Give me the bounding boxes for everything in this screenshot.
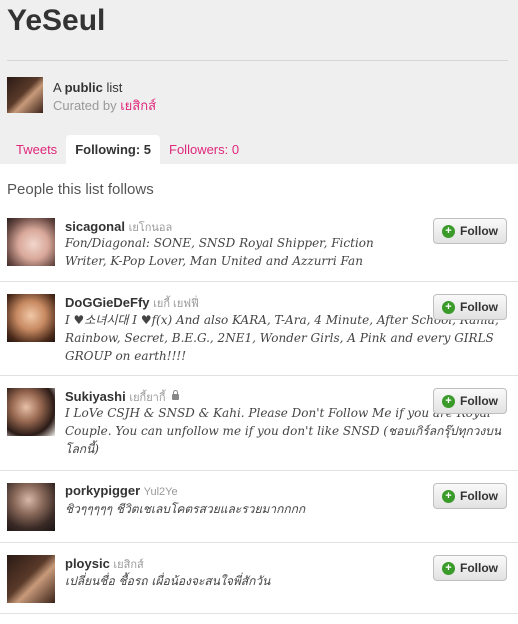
screen-name[interactable]: ploysic — [65, 556, 110, 571]
curator-link[interactable]: เยสิกส์ — [120, 98, 156, 113]
avatar[interactable] — [7, 555, 55, 603]
tab-following[interactable]: Following: 5 — [66, 135, 161, 164]
follow-button[interactable]: + Follow — [433, 555, 507, 581]
list-item: sicagonal เยโกนอล Fon/Diagonal: SONE, SN… — [0, 206, 518, 282]
list-item: ploysic เยสิกส์ เปลี่ยนชื่อ ชื้อรถ เผื่อ… — [0, 543, 518, 614]
follow-button[interactable]: + Follow — [433, 294, 507, 320]
list-item: DoGGieDeFfy เยกี้ เยฟฟี่ I ♥소녀시대 I ♥f(x)… — [0, 282, 518, 376]
screen-name[interactable]: Sukiyashi — [65, 389, 126, 404]
section-title: People this list follows — [7, 181, 154, 198]
plus-circle-icon: + — [442, 489, 455, 503]
list-item: porkypigger Yul2Ye ชิวๆๆๆๆๆ ชีวิตเชเลบโค… — [0, 471, 518, 543]
meta-prefix: A — [53, 80, 65, 95]
avatar[interactable] — [7, 218, 55, 266]
follow-button[interactable]: + Follow — [433, 218, 507, 244]
lock-icon — [172, 390, 180, 400]
follow-label: Follow — [460, 489, 498, 503]
avatar[interactable] — [7, 294, 55, 342]
avatar[interactable] — [7, 388, 55, 436]
screen-name[interactable]: sicagonal — [65, 219, 125, 234]
full-name: เยโกนอล — [128, 222, 173, 234]
header-divider — [7, 60, 508, 61]
list-header: YeSeul A public list Curated by เยสิกส์ … — [0, 0, 518, 164]
avatar[interactable] — [7, 483, 55, 531]
full-name: เยสิกส์ — [113, 559, 144, 571]
tab-tweets[interactable]: Tweets — [7, 135, 66, 164]
meta-type: public — [64, 80, 103, 95]
list-title: YeSeul — [7, 4, 106, 37]
list-meta: A public list Curated by เยสิกส์ — [53, 79, 156, 115]
people-list: sicagonal เยโกนอล Fon/Diagonal: SONE, SN… — [0, 206, 518, 614]
follow-label: Follow — [460, 561, 498, 575]
curator-avatar[interactable] — [7, 77, 43, 113]
plus-circle-icon: + — [442, 561, 455, 575]
follow-label: Follow — [460, 224, 498, 238]
plus-circle-icon: + — [442, 394, 455, 408]
screen-name[interactable]: DoGGieDeFfy — [65, 295, 150, 310]
meta-suffix: list — [102, 80, 123, 95]
full-name: Yul2Ye — [143, 486, 178, 498]
full-name: เยกี้ยากี้ — [129, 392, 166, 404]
plus-circle-icon: + — [442, 224, 455, 238]
curated-by-label: Curated by — [53, 98, 121, 113]
bio: Fon/Diagonal: SONE, SNSD Royal Shipper, … — [65, 236, 374, 268]
follow-button[interactable]: + Follow — [433, 388, 507, 414]
follow-button[interactable]: + Follow — [433, 483, 507, 509]
follow-label: Follow — [460, 394, 498, 408]
tab-followers[interactable]: Followers: 0 — [160, 135, 248, 164]
follow-label: Follow — [460, 300, 498, 314]
list-tabs: Tweets Following: 5 Followers: 0 — [7, 135, 248, 164]
screen-name[interactable]: porkypigger — [65, 483, 140, 498]
list-item: Sukiyashi เยกี้ยากี้ I LoVe CSJH & SNSD … — [0, 376, 518, 471]
full-name: เยกี้ เยฟฟี่ — [153, 298, 199, 310]
plus-circle-icon: + — [442, 300, 455, 314]
